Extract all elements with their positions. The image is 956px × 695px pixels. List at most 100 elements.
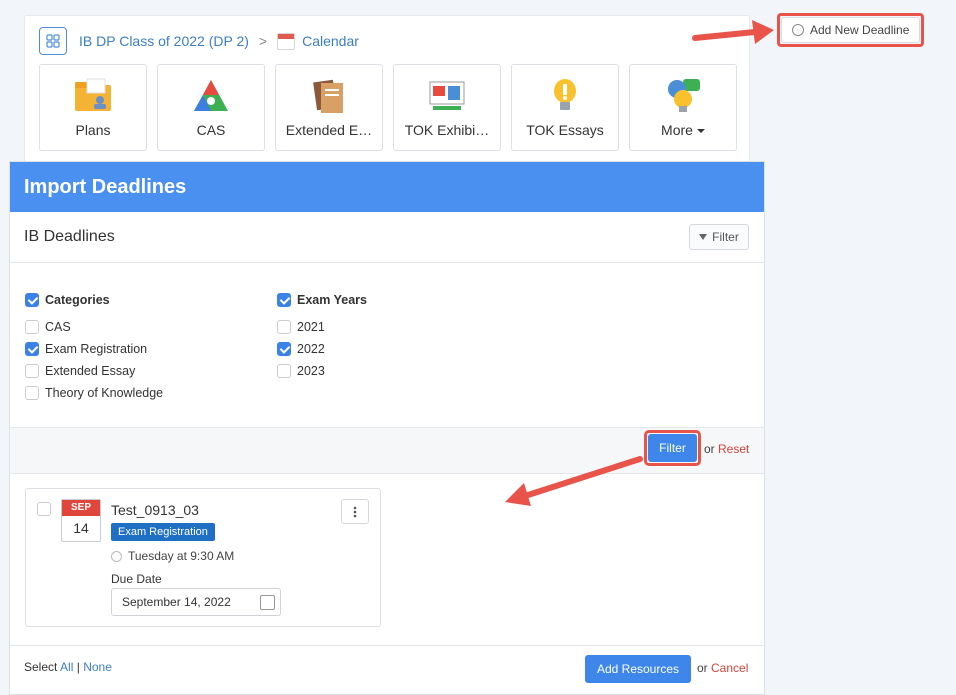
class-header-panel: IB DP Class of 2022 (DP 2) > Calendar Pl…	[24, 15, 750, 165]
deadline-card: SEP 14 Test_0913_03 Exam Registration Tu…	[25, 488, 381, 627]
filter-options: Categories CAS Exam Registration Extende…	[10, 263, 764, 428]
breadcrumb-class-link[interactable]: IB DP Class of 2022 (DP 2)	[79, 33, 249, 49]
filter-button[interactable]: Filter	[648, 434, 697, 462]
breadcrumb: IB DP Class of 2022 (DP 2) > Calendar	[39, 27, 359, 55]
ib-deadlines-header: IB Deadlines Filter	[10, 212, 764, 263]
deadline-time-text: Tuesday at 9:30 AM	[128, 549, 235, 563]
exam-registration-checkbox[interactable]	[25, 342, 39, 356]
year-option-2021[interactable]: 2021	[277, 316, 367, 338]
select-all-link[interactable]: All	[60, 660, 73, 674]
breadcrumb-separator: >	[258, 33, 268, 49]
extended-essay-checkbox[interactable]	[25, 364, 39, 378]
cas-triangle-icon	[194, 80, 228, 111]
due-date-value: September 14, 2022	[122, 595, 231, 609]
category-option-cas[interactable]: CAS	[25, 316, 163, 338]
category-label: Exam Registration	[45, 342, 148, 356]
date-month: SEP	[62, 500, 100, 516]
add-new-deadline-button[interactable]: Add New Deadline	[781, 17, 920, 43]
or-text: or	[704, 442, 715, 456]
select-controls: Select All | None	[24, 660, 112, 674]
year-2022-checkbox[interactable]	[277, 342, 291, 356]
tile-tok-essays[interactable]: TOK Essays	[511, 64, 619, 151]
deadline-title: Test_0913_03	[111, 502, 199, 518]
year-2023-checkbox[interactable]	[277, 364, 291, 378]
lightbulb-icon	[554, 79, 576, 110]
clock-icon	[792, 24, 804, 36]
funnel-icon	[699, 234, 708, 240]
categories-heading[interactable]: Categories	[25, 289, 163, 311]
modal-footer: Select All | None Add Resources or Cance…	[10, 645, 764, 695]
tile-tok-exhibition-label: TOK Exhibi…	[404, 122, 490, 138]
filter-toggle-button[interactable]: Filter	[689, 224, 749, 250]
cancel-group: or Cancel	[697, 661, 748, 675]
ib-deadlines-title: IB Deadlines	[24, 228, 115, 245]
folder-plans-icon	[75, 78, 111, 111]
tile-cas-label: CAS	[196, 122, 226, 138]
date-badge: SEP 14	[61, 499, 101, 542]
calendar-picker-icon[interactable]	[260, 595, 275, 610]
chat-bulb-icon	[668, 79, 700, 112]
tok-checkbox[interactable]	[25, 386, 39, 400]
grid-icon	[46, 34, 60, 48]
year-option-2022[interactable]: 2022	[277, 338, 367, 360]
modal-title: Import Deadlines	[10, 162, 764, 212]
filter-action-bar: Filter or Reset	[10, 428, 764, 474]
tile-plans-label: Plans	[75, 122, 111, 138]
tile-more[interactable]: More	[629, 64, 737, 151]
clock-icon	[111, 550, 122, 562]
due-date-input[interactable]: September 14, 2022	[111, 588, 281, 616]
category-option-tok[interactable]: Theory of Knowledge	[25, 382, 163, 404]
more-label-text: More	[661, 122, 693, 138]
year-2021-checkbox[interactable]	[277, 320, 291, 334]
select-separator: |	[76, 660, 80, 674]
category-label: CAS	[45, 320, 71, 334]
grid-menu-button[interactable]	[39, 27, 67, 55]
categories-checkbox[interactable]	[25, 293, 39, 307]
year-label: 2021	[297, 320, 325, 334]
year-label: 2022	[297, 342, 325, 356]
cancel-link[interactable]: Cancel	[711, 661, 748, 675]
reset-link[interactable]: Reset	[718, 442, 749, 456]
breadcrumb-calendar-link[interactable]: Calendar	[302, 33, 359, 49]
cas-checkbox[interactable]	[25, 320, 39, 334]
category-label: Theory of Knowledge	[45, 386, 164, 400]
year-label: 2023	[297, 364, 325, 378]
or-text: or	[697, 661, 708, 675]
exam-years-column: Exam Years 2021 2022 2023	[277, 289, 367, 382]
reset-group: or Reset	[704, 442, 749, 456]
categories-column: Categories CAS Exam Registration Extende…	[25, 289, 163, 404]
tile-extended-essay-label: Extended E…	[285, 122, 373, 138]
deadline-time: Tuesday at 9:30 AM	[111, 549, 234, 563]
filter-toggle-label: Filter	[712, 230, 739, 244]
add-new-deadline-label: Add New Deadline	[810, 23, 910, 37]
year-option-2023[interactable]: 2023	[277, 360, 367, 382]
more-vertical-icon	[353, 506, 357, 517]
tile-extended-essay[interactable]: Extended E…	[275, 64, 383, 151]
calendar-icon	[277, 32, 296, 50]
books-icon	[313, 79, 343, 113]
tile-more-label: More	[634, 122, 732, 138]
category-label: Extended Essay	[45, 364, 136, 378]
tool-tiles: Plans CAS Extended E… TOK Exhibi… TOK Es…	[39, 64, 737, 151]
deadline-select-checkbox[interactable]	[37, 502, 51, 516]
category-tag: Exam Registration	[111, 523, 215, 541]
category-option-exam-registration[interactable]: Exam Registration	[25, 338, 163, 360]
categories-heading-label: Categories	[45, 293, 110, 307]
exam-years-heading[interactable]: Exam Years	[277, 289, 367, 311]
card-menu-button[interactable]	[341, 499, 369, 524]
exhibition-board-icon	[429, 81, 465, 110]
due-date-label: Due Date	[111, 572, 162, 586]
tile-plans[interactable]: Plans	[39, 64, 147, 151]
select-label: Select	[24, 660, 58, 674]
select-none-link[interactable]: None	[83, 660, 112, 674]
exam-years-heading-label: Exam Years	[297, 293, 367, 307]
import-deadlines-modal: Import Deadlines IB Deadlines Filter Cat…	[9, 161, 765, 695]
exam-years-checkbox[interactable]	[277, 293, 291, 307]
category-option-extended-essay[interactable]: Extended Essay	[25, 360, 163, 382]
date-day: 14	[73, 520, 89, 536]
add-resources-button[interactable]: Add Resources	[585, 655, 691, 683]
chevron-down-icon	[696, 129, 705, 134]
tile-cas[interactable]: CAS	[157, 64, 265, 151]
tile-tok-exhibition[interactable]: TOK Exhibi…	[393, 64, 501, 151]
tile-tok-essays-label: TOK Essays	[526, 122, 604, 138]
